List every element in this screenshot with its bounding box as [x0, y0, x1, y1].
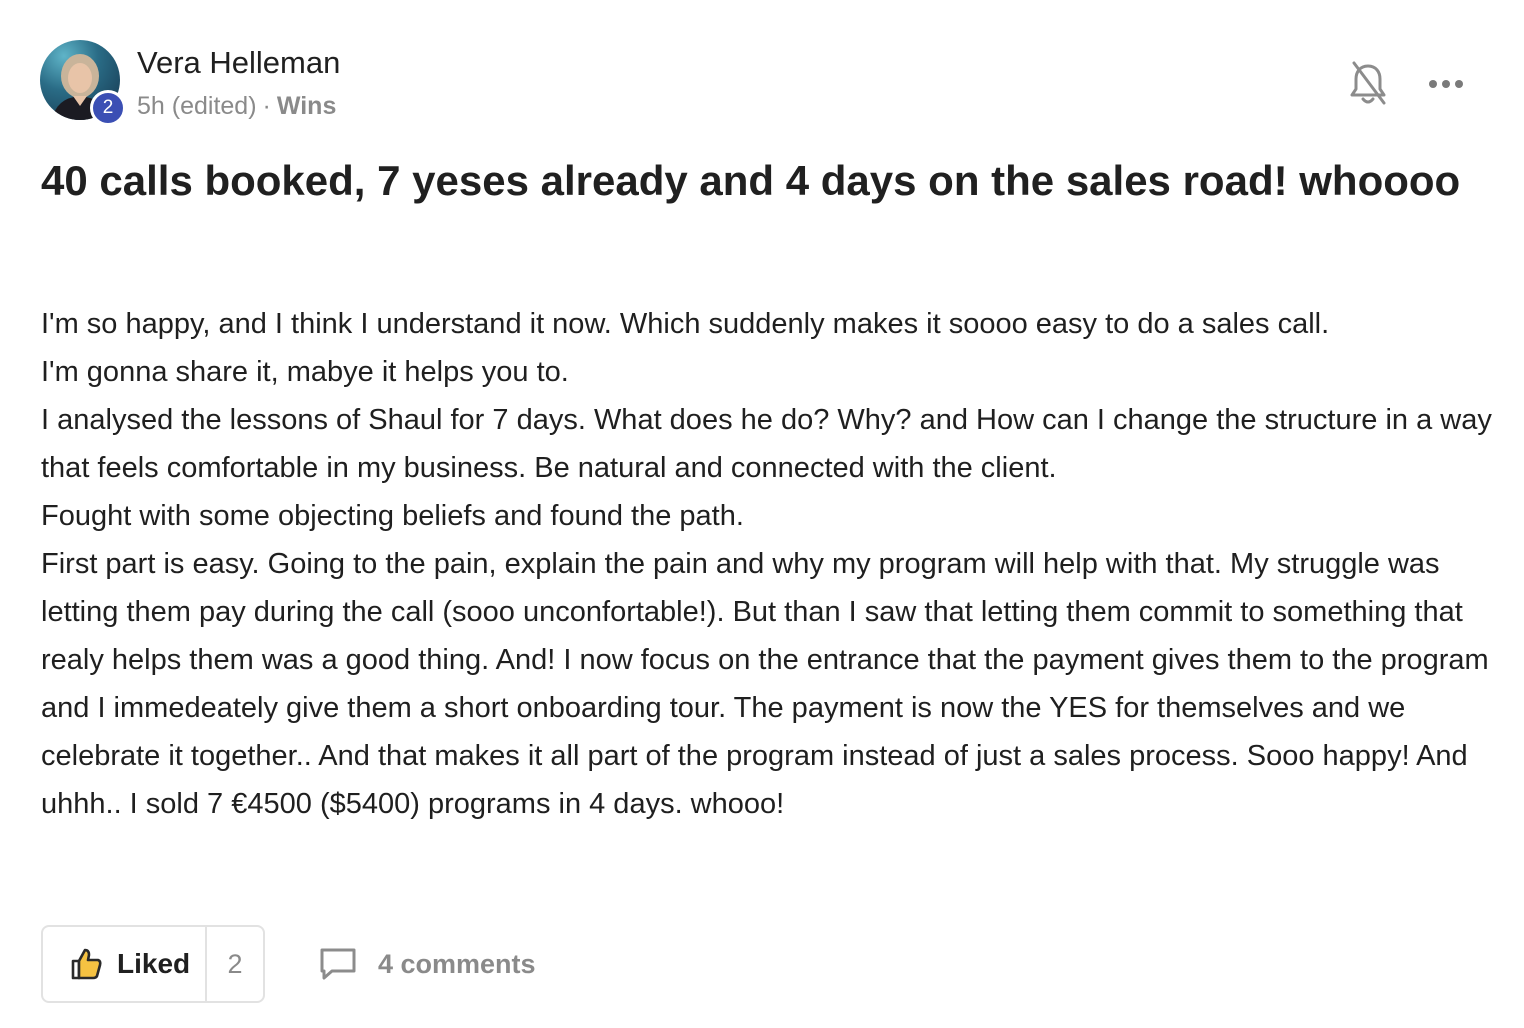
- like-button[interactable]: Liked: [43, 927, 205, 1001]
- body-paragraph: I'm gonna share it, mabye it helps you t…: [41, 356, 569, 388]
- post-meta: 5h (edited) · Wins: [137, 92, 336, 121]
- meta-separator: ·: [262, 92, 271, 120]
- post-category[interactable]: Wins: [277, 92, 337, 120]
- comment-bubble-icon: [320, 948, 356, 980]
- like-count[interactable]: 2: [205, 927, 263, 1001]
- author-name[interactable]: Vera Helleman: [137, 45, 340, 81]
- post-time: 5h (edited): [137, 92, 257, 120]
- comments-count-label: 4 comments: [378, 948, 536, 979]
- author-avatar-wrap[interactable]: 2: [40, 40, 126, 126]
- post-card: 2 Vera Helleman 5h (edited) · Wins 40 call…: [0, 0, 1524, 1028]
- post-header: 2 Vera Helleman 5h (edited) · Wins: [40, 40, 1480, 126]
- comments-button[interactable]: 4 comments: [318, 944, 536, 984]
- body-paragraph: I'm so happy, and I think I understand i…: [41, 308, 1330, 340]
- post-title: 40 calls booked, 7 yeses already and 4 d…: [41, 157, 1461, 204]
- bell-off-icon[interactable]: [1348, 60, 1388, 108]
- body-paragraph: Fought with some objecting beliefs and f…: [41, 500, 744, 532]
- body-paragraph: First part is easy. Going to the pain, e…: [41, 548, 1489, 820]
- thumbs-up-icon: [71, 948, 102, 980]
- like-label: Liked: [117, 948, 191, 979]
- more-options-icon[interactable]: [1426, 70, 1466, 98]
- like-control: Liked 2: [41, 925, 265, 1003]
- level-badge: 2: [90, 90, 126, 126]
- post-body: I'm so happy, and I think I understand i…: [41, 300, 1501, 828]
- body-paragraph: I analysed the lessons of Shaul for 7 da…: [41, 404, 1492, 484]
